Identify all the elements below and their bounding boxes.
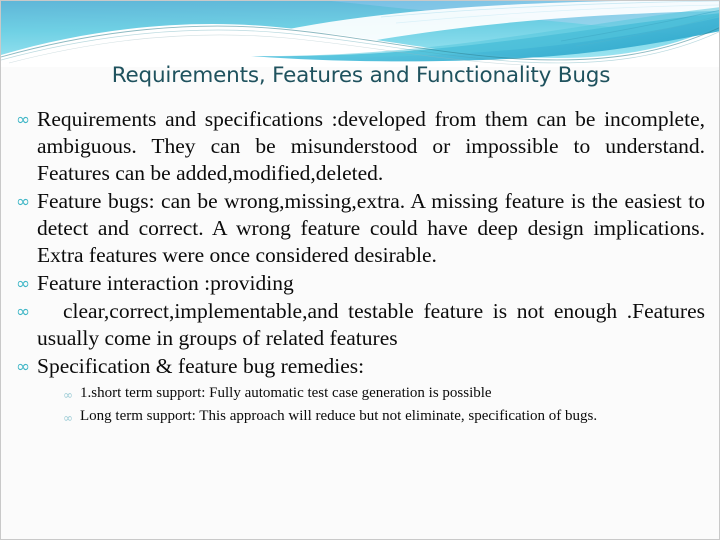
bullet-list: ∞ Requirements and specifications :devel… <box>11 106 711 427</box>
list-item: ∞ clear,correct,implementable,and testab… <box>11 298 711 352</box>
bullet-ornament-icon: ∞ <box>16 302 31 322</box>
bullet-ornament-icon: ∞ <box>16 192 31 212</box>
list-item-text: Feature interaction :providing <box>37 271 294 295</box>
header-banner-decoration <box>1 1 719 67</box>
list-item: ∞ Specification & feature bug remedies: <box>11 353 711 380</box>
list-item: ∞ Feature bugs: can be wrong,missing,ext… <box>11 188 711 269</box>
bullet-ornament-icon: ∞ <box>63 411 73 425</box>
page-title: Requirements, Features and Functionality… <box>111 63 611 88</box>
list-item-text: Requirements and specifications :develop… <box>37 107 705 185</box>
list-item: ∞ Requirements and specifications :devel… <box>11 106 711 187</box>
list-item-text: Long term support: This approach will re… <box>80 408 598 424</box>
banner-wave-graphic <box>1 1 719 67</box>
list-item: ∞ Feature interaction :providing <box>11 270 711 297</box>
bullet-ornament-icon: ∞ <box>63 388 73 402</box>
list-item-text: Feature bugs: can be wrong,missing,extra… <box>37 189 705 267</box>
list-item-text: Specification & feature bug remedies: <box>37 354 365 378</box>
bullet-ornament-icon: ∞ <box>16 110 31 130</box>
bullet-ornament-icon: ∞ <box>16 274 31 294</box>
list-item-text: clear,correct,implementable,and testable… <box>37 299 705 350</box>
list-item: ∞ 1.short term support: Fully automatic … <box>11 384 711 403</box>
list-item: ∞ Long term support: This approach will … <box>11 407 711 426</box>
bullet-ornament-icon: ∞ <box>16 357 31 377</box>
list-item-text: 1.short term support: Fully automatic te… <box>80 385 492 401</box>
slide: Requirements, Features and Functionality… <box>0 0 720 540</box>
